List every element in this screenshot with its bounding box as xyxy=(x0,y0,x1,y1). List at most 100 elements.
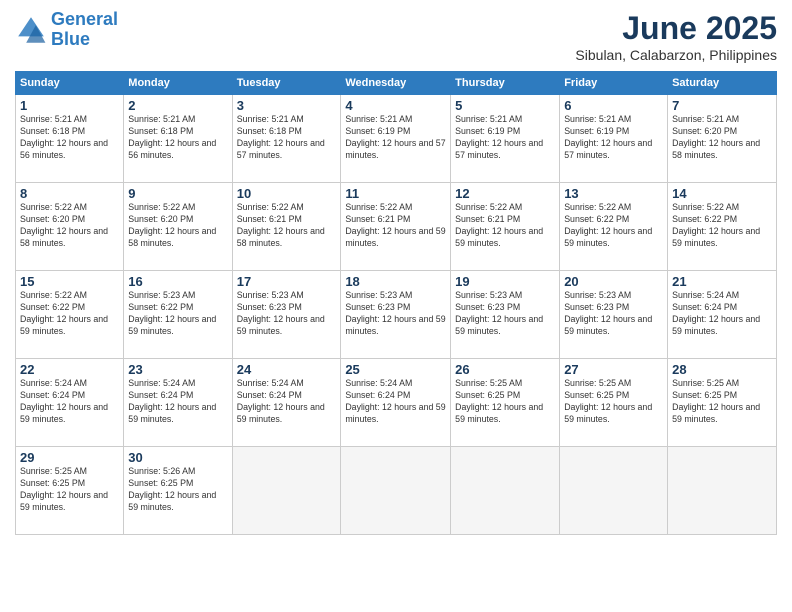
day-number: 17 xyxy=(237,274,337,289)
day-info: Sunrise: 5:23 AMSunset: 6:23 PMDaylight:… xyxy=(237,290,337,338)
day-number: 5 xyxy=(455,98,555,113)
day-info: Sunrise: 5:25 AMSunset: 6:25 PMDaylight:… xyxy=(672,378,772,426)
header-monday: Monday xyxy=(124,72,232,95)
day-info: Sunrise: 5:21 AMSunset: 6:18 PMDaylight:… xyxy=(128,114,227,162)
day-info: Sunrise: 5:26 AMSunset: 6:25 PMDaylight:… xyxy=(128,466,227,514)
calendar-cell: 15Sunrise: 5:22 AMSunset: 6:22 PMDayligh… xyxy=(16,271,124,359)
day-info: Sunrise: 5:24 AMSunset: 6:24 PMDaylight:… xyxy=(237,378,337,426)
day-info: Sunrise: 5:24 AMSunset: 6:24 PMDaylight:… xyxy=(128,378,227,426)
calendar-cell: 26Sunrise: 5:25 AMSunset: 6:25 PMDayligh… xyxy=(451,359,560,447)
day-info: Sunrise: 5:22 AMSunset: 6:20 PMDaylight:… xyxy=(20,202,119,250)
day-number: 26 xyxy=(455,362,555,377)
day-number: 13 xyxy=(564,186,663,201)
calendar-cell: 14Sunrise: 5:22 AMSunset: 6:22 PMDayligh… xyxy=(668,183,777,271)
calendar-cell: 30Sunrise: 5:26 AMSunset: 6:25 PMDayligh… xyxy=(124,447,232,535)
day-number: 7 xyxy=(672,98,772,113)
day-number: 20 xyxy=(564,274,663,289)
day-number: 18 xyxy=(345,274,446,289)
day-number: 3 xyxy=(237,98,337,113)
logo-text: General Blue xyxy=(51,10,118,50)
calendar-cell: 27Sunrise: 5:25 AMSunset: 6:25 PMDayligh… xyxy=(560,359,668,447)
day-number: 23 xyxy=(128,362,227,377)
title-block: June 2025 Sibulan, Calabarzon, Philippin… xyxy=(575,10,777,63)
day-number: 2 xyxy=(128,98,227,113)
calendar-row: 8Sunrise: 5:22 AMSunset: 6:20 PMDaylight… xyxy=(16,183,777,271)
calendar: Sunday Monday Tuesday Wednesday Thursday… xyxy=(15,71,777,535)
day-info: Sunrise: 5:22 AMSunset: 6:22 PMDaylight:… xyxy=(20,290,119,338)
day-number: 29 xyxy=(20,450,119,465)
calendar-row: 15Sunrise: 5:22 AMSunset: 6:22 PMDayligh… xyxy=(16,271,777,359)
logo-line2: Blue xyxy=(51,29,90,49)
calendar-cell: 8Sunrise: 5:22 AMSunset: 6:20 PMDaylight… xyxy=(16,183,124,271)
logo-icon xyxy=(15,14,47,46)
calendar-cell: 6Sunrise: 5:21 AMSunset: 6:19 PMDaylight… xyxy=(560,95,668,183)
calendar-cell: 9Sunrise: 5:22 AMSunset: 6:20 PMDaylight… xyxy=(124,183,232,271)
day-info: Sunrise: 5:22 AMSunset: 6:21 PMDaylight:… xyxy=(237,202,337,250)
header: General Blue June 2025 Sibulan, Calabarz… xyxy=(15,10,777,63)
calendar-cell xyxy=(232,447,341,535)
day-info: Sunrise: 5:25 AMSunset: 6:25 PMDaylight:… xyxy=(564,378,663,426)
day-number: 27 xyxy=(564,362,663,377)
day-number: 8 xyxy=(20,186,119,201)
day-info: Sunrise: 5:22 AMSunset: 6:20 PMDaylight:… xyxy=(128,202,227,250)
day-info: Sunrise: 5:23 AMSunset: 6:23 PMDaylight:… xyxy=(455,290,555,338)
month-title: June 2025 xyxy=(575,10,777,47)
header-sunday: Sunday xyxy=(16,72,124,95)
day-info: Sunrise: 5:22 AMSunset: 6:21 PMDaylight:… xyxy=(345,202,446,250)
calendar-cell: 29Sunrise: 5:25 AMSunset: 6:25 PMDayligh… xyxy=(16,447,124,535)
day-info: Sunrise: 5:21 AMSunset: 6:18 PMDaylight:… xyxy=(20,114,119,162)
day-info: Sunrise: 5:24 AMSunset: 6:24 PMDaylight:… xyxy=(672,290,772,338)
calendar-cell: 3Sunrise: 5:21 AMSunset: 6:18 PMDaylight… xyxy=(232,95,341,183)
calendar-cell: 17Sunrise: 5:23 AMSunset: 6:23 PMDayligh… xyxy=(232,271,341,359)
day-info: Sunrise: 5:21 AMSunset: 6:19 PMDaylight:… xyxy=(455,114,555,162)
calendar-cell: 21Sunrise: 5:24 AMSunset: 6:24 PMDayligh… xyxy=(668,271,777,359)
day-number: 9 xyxy=(128,186,227,201)
calendar-cell: 5Sunrise: 5:21 AMSunset: 6:19 PMDaylight… xyxy=(451,95,560,183)
day-info: Sunrise: 5:21 AMSunset: 6:18 PMDaylight:… xyxy=(237,114,337,162)
calendar-cell: 4Sunrise: 5:21 AMSunset: 6:19 PMDaylight… xyxy=(341,95,451,183)
calendar-cell: 12Sunrise: 5:22 AMSunset: 6:21 PMDayligh… xyxy=(451,183,560,271)
logo-line1: General xyxy=(51,9,118,29)
day-number: 1 xyxy=(20,98,119,113)
calendar-cell: 13Sunrise: 5:22 AMSunset: 6:22 PMDayligh… xyxy=(560,183,668,271)
day-info: Sunrise: 5:24 AMSunset: 6:24 PMDaylight:… xyxy=(20,378,119,426)
calendar-cell xyxy=(341,447,451,535)
header-tuesday: Tuesday xyxy=(232,72,341,95)
calendar-body: 1Sunrise: 5:21 AMSunset: 6:18 PMDaylight… xyxy=(16,95,777,535)
logo: General Blue xyxy=(15,10,118,50)
day-info: Sunrise: 5:23 AMSunset: 6:23 PMDaylight:… xyxy=(345,290,446,338)
day-info: Sunrise: 5:21 AMSunset: 6:20 PMDaylight:… xyxy=(672,114,772,162)
day-number: 10 xyxy=(237,186,337,201)
day-number: 6 xyxy=(564,98,663,113)
header-saturday: Saturday xyxy=(668,72,777,95)
day-number: 24 xyxy=(237,362,337,377)
calendar-row: 1Sunrise: 5:21 AMSunset: 6:18 PMDaylight… xyxy=(16,95,777,183)
calendar-cell: 7Sunrise: 5:21 AMSunset: 6:20 PMDaylight… xyxy=(668,95,777,183)
calendar-cell: 18Sunrise: 5:23 AMSunset: 6:23 PMDayligh… xyxy=(341,271,451,359)
day-number: 28 xyxy=(672,362,772,377)
calendar-cell: 1Sunrise: 5:21 AMSunset: 6:18 PMDaylight… xyxy=(16,95,124,183)
calendar-cell: 19Sunrise: 5:23 AMSunset: 6:23 PMDayligh… xyxy=(451,271,560,359)
day-info: Sunrise: 5:21 AMSunset: 6:19 PMDaylight:… xyxy=(564,114,663,162)
day-info: Sunrise: 5:24 AMSunset: 6:24 PMDaylight:… xyxy=(345,378,446,426)
day-number: 15 xyxy=(20,274,119,289)
day-number: 12 xyxy=(455,186,555,201)
calendar-cell: 28Sunrise: 5:25 AMSunset: 6:25 PMDayligh… xyxy=(668,359,777,447)
calendar-cell: 2Sunrise: 5:21 AMSunset: 6:18 PMDaylight… xyxy=(124,95,232,183)
day-info: Sunrise: 5:23 AMSunset: 6:23 PMDaylight:… xyxy=(564,290,663,338)
calendar-cell: 22Sunrise: 5:24 AMSunset: 6:24 PMDayligh… xyxy=(16,359,124,447)
calendar-cell xyxy=(451,447,560,535)
day-info: Sunrise: 5:25 AMSunset: 6:25 PMDaylight:… xyxy=(455,378,555,426)
calendar-row: 29Sunrise: 5:25 AMSunset: 6:25 PMDayligh… xyxy=(16,447,777,535)
weekday-header-row: Sunday Monday Tuesday Wednesday Thursday… xyxy=(16,72,777,95)
header-thursday: Thursday xyxy=(451,72,560,95)
day-info: Sunrise: 5:21 AMSunset: 6:19 PMDaylight:… xyxy=(345,114,446,162)
calendar-cell: 11Sunrise: 5:22 AMSunset: 6:21 PMDayligh… xyxy=(341,183,451,271)
day-number: 19 xyxy=(455,274,555,289)
day-number: 25 xyxy=(345,362,446,377)
calendar-cell: 10Sunrise: 5:22 AMSunset: 6:21 PMDayligh… xyxy=(232,183,341,271)
day-info: Sunrise: 5:25 AMSunset: 6:25 PMDaylight:… xyxy=(20,466,119,514)
day-number: 16 xyxy=(128,274,227,289)
calendar-cell: 23Sunrise: 5:24 AMSunset: 6:24 PMDayligh… xyxy=(124,359,232,447)
day-info: Sunrise: 5:22 AMSunset: 6:22 PMDaylight:… xyxy=(564,202,663,250)
